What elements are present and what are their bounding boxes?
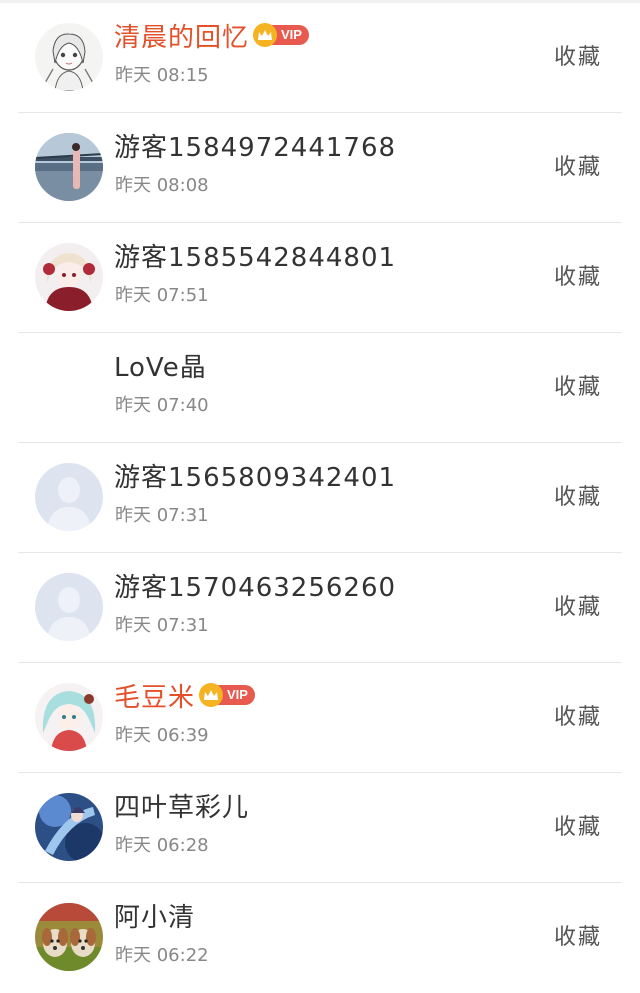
name-line: 四叶草彩儿: [114, 787, 249, 823]
user-name[interactable]: LoVe晶: [114, 347, 207, 384]
user-list: 清晨的回忆 VIP 昨天 08:15 收藏 游客1584972441768 昨天…: [0, 3, 640, 993]
collect-button[interactable]: 收藏: [554, 589, 602, 621]
list-item[interactable]: 四叶草彩儿 昨天 06:28 收藏: [18, 773, 622, 883]
collect-button[interactable]: 收藏: [554, 699, 602, 731]
user-name[interactable]: 毛豆米: [114, 677, 195, 714]
timestamp: 昨天 06:28: [115, 835, 209, 856]
anime-girl-sketch-avatar-icon: [35, 23, 103, 91]
vip-badge: VIP: [253, 23, 309, 47]
list-item[interactable]: 游客1584972441768 昨天 08:08 收藏: [18, 113, 622, 223]
timestamp: 昨天 08:08: [115, 175, 209, 196]
name-line: 清晨的回忆 VIP: [114, 17, 309, 53]
anime-girl-red-avatar-icon: [35, 243, 103, 311]
avatar[interactable]: [35, 243, 103, 311]
anime-blue-art-avatar-icon: [35, 793, 103, 861]
list-item[interactable]: 清晨的回忆 VIP 昨天 08:15 收藏: [18, 3, 622, 113]
collect-button[interactable]: 收藏: [554, 809, 602, 841]
user-name[interactable]: 游客1584972441768: [114, 127, 396, 164]
user-name[interactable]: 阿小清: [114, 897, 195, 934]
timestamp: 昨天 07:31: [115, 615, 209, 636]
puppies-photo-avatar-icon: [35, 903, 103, 971]
list-item[interactable]: 游客1570463256260 昨天 07:31 收藏: [18, 553, 622, 663]
list-item[interactable]: 阿小清 昨天 06:22 收藏: [18, 883, 622, 993]
name-line: LoVe晶: [114, 347, 207, 383]
name-line: 游客1570463256260: [114, 567, 396, 603]
avatar[interactable]: [35, 903, 103, 971]
collect-button[interactable]: 收藏: [554, 479, 602, 511]
timestamp: 昨天 07:31: [115, 505, 209, 526]
avatar[interactable]: [35, 683, 103, 751]
name-line: 毛豆米 VIP: [114, 677, 255, 713]
timestamp: 昨天 08:15: [115, 65, 209, 86]
avatar[interactable]: [35, 133, 103, 201]
list-item[interactable]: 游客1565809342401 昨天 07:31 收藏: [18, 443, 622, 553]
collect-button[interactable]: 收藏: [554, 259, 602, 291]
avatar[interactable]: [35, 573, 103, 641]
list-item[interactable]: LoVe晶 昨天 07:40 收藏: [18, 333, 622, 443]
collect-button[interactable]: 收藏: [554, 369, 602, 401]
user-name[interactable]: 游客1570463256260: [114, 567, 396, 604]
user-name[interactable]: 游客1585542844801: [114, 237, 396, 274]
crown-icon: [253, 23, 278, 47]
name-line: 游客1584972441768: [114, 127, 396, 163]
name-line: 阿小清: [114, 897, 195, 933]
avatar[interactable]: [35, 463, 103, 531]
user-name[interactable]: 游客1565809342401: [114, 457, 396, 494]
timestamp: 昨天 07:51: [115, 285, 209, 306]
collect-button[interactable]: 收藏: [554, 919, 602, 951]
list-item[interactable]: 毛豆米 VIP 昨天 06:39 收藏: [18, 663, 622, 773]
list-item[interactable]: 游客1585542844801 昨天 07:51 收藏: [18, 223, 622, 333]
collect-button[interactable]: 收藏: [554, 149, 602, 181]
timestamp: 昨天 06:39: [115, 725, 209, 746]
timestamp: 昨天 07:40: [115, 395, 209, 416]
user-name[interactable]: 清晨的回忆: [114, 17, 249, 54]
anime-girl-teal-avatar-icon: [35, 683, 103, 751]
vip-badge: VIP: [199, 683, 255, 707]
default-user-avatar-icon: [35, 463, 103, 531]
city-photo-avatar-icon: [35, 133, 103, 201]
name-line: 游客1585542844801: [114, 237, 396, 273]
avatar[interactable]: [35, 23, 103, 91]
timestamp: 昨天 06:22: [115, 945, 209, 966]
avatar[interactable]: [35, 793, 103, 861]
name-line: 游客1565809342401: [114, 457, 396, 493]
user-name[interactable]: 四叶草彩儿: [114, 787, 249, 824]
collect-button[interactable]: 收藏: [554, 39, 602, 71]
default-user-avatar-icon: [35, 573, 103, 641]
crown-icon: [199, 683, 224, 707]
